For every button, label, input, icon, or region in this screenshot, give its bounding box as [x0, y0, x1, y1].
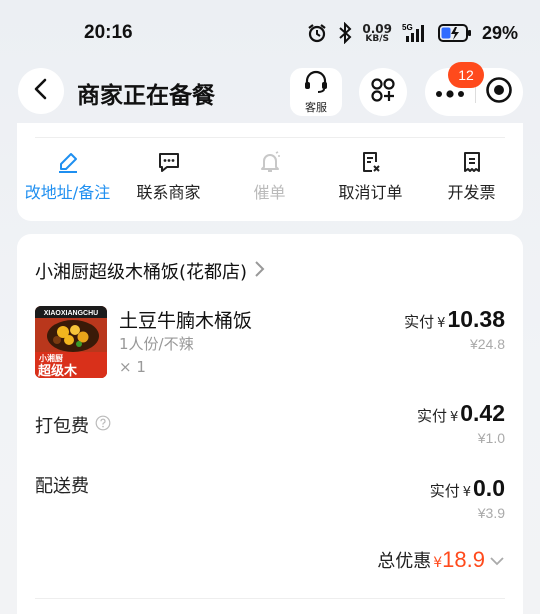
- edit-icon: [56, 149, 80, 175]
- target-circle-icon: [485, 76, 513, 108]
- packing-fee-label: 打包费: [35, 416, 89, 437]
- currency-symbol: ¥: [437, 316, 446, 331]
- paid-label: 实付: [429, 482, 460, 500]
- packing-fee-price: 实付 ¥ 0.42 ¥1.0: [417, 400, 505, 446]
- delivery-fee-label: 配送费: [35, 476, 89, 497]
- network-speed: 0.09 KB/S: [362, 21, 392, 44]
- action-cancel-order[interactable]: 取消订单: [320, 149, 421, 203]
- total-discount-label: 总优惠: [377, 551, 432, 572]
- invoice-icon: [460, 149, 484, 175]
- divider: [35, 598, 505, 599]
- paid-amount: 0.42: [460, 400, 505, 426]
- action-label: 催单: [253, 183, 286, 202]
- action-label: 联系商家: [136, 183, 201, 202]
- delivery-fee-row: 配送费: [35, 472, 89, 498]
- item-thumbnail[interactable]: XIAOXIANGCHU 小湘厨 超级木: [35, 306, 107, 378]
- item-price: 实付 ¥ 10.38 ¥24.8: [404, 306, 505, 352]
- signal-5g-icon: 5G: [402, 22, 428, 44]
- currency-symbol: ¥: [462, 485, 472, 500]
- headset-icon: [303, 70, 329, 98]
- divider: [35, 137, 505, 138]
- status-icons: 0.09 KB/S 5G 29%: [306, 22, 518, 44]
- bluetooth-icon: [338, 22, 352, 44]
- chevron-right-icon: [253, 260, 265, 283]
- item-quantity: × 1: [119, 358, 146, 376]
- currency-symbol: ¥: [449, 410, 459, 425]
- original-price: ¥3.9: [477, 505, 505, 521]
- item-spec: 1人份/不辣: [119, 335, 194, 353]
- action-label: 开发票: [447, 183, 496, 202]
- original-price: ¥24.8: [469, 336, 505, 352]
- help-icon[interactable]: [95, 415, 111, 436]
- grid-apps-icon: [370, 77, 396, 107]
- currency-symbol: ¥: [433, 555, 443, 571]
- original-price: ¥1.0: [477, 430, 505, 446]
- customer-service-label: 客服: [305, 100, 327, 114]
- action-change-address[interactable]: 改地址/备注: [17, 149, 118, 203]
- total-discount-toggle[interactable]: 总优惠 ¥ 18.9: [377, 547, 505, 573]
- battery-icon: [437, 23, 472, 43]
- shop-name-link[interactable]: 小湘厨超级木桶饭(花都店): [35, 258, 265, 284]
- packing-fee-row: 打包费: [35, 412, 111, 438]
- notification-badge: 12: [448, 62, 484, 88]
- shop-name: 小湘厨超级木桶饭(花都店): [35, 262, 248, 283]
- chat-icon: [157, 149, 181, 175]
- thumb-banner-text: XIAOXIANGCHU: [44, 310, 98, 317]
- paid-label: 实付: [416, 407, 447, 425]
- alarm-icon: [306, 22, 328, 44]
- chevron-left-icon: [31, 77, 51, 105]
- item-name: 土豆牛腩木桶饭: [119, 310, 253, 332]
- order-actions-card: 改地址/备注 联系商家 催单 取消订单 开发票: [17, 123, 523, 221]
- paid-amount: 10.38: [447, 306, 505, 332]
- paid-amount: 0.0: [473, 475, 505, 501]
- action-label: 取消订单: [338, 183, 403, 202]
- action-urge-order[interactable]: 催单: [219, 149, 320, 203]
- close-miniapp-button[interactable]: [476, 76, 522, 108]
- clock: 20:16: [84, 22, 133, 43]
- total-discount-value: 18.9: [442, 547, 485, 572]
- action-contact-merchant[interactable]: 联系商家: [118, 149, 219, 203]
- svg-text:5G: 5G: [402, 23, 413, 32]
- delivery-fee-price: 实付 ¥ 0.0 ¥3.9: [430, 475, 505, 521]
- battery-percent: 29%: [481, 22, 518, 43]
- customer-service-button[interactable]: 客服: [290, 68, 342, 116]
- back-button[interactable]: [18, 68, 64, 114]
- chevron-down-icon: [489, 552, 505, 571]
- action-invoice[interactable]: 开发票: [421, 149, 522, 203]
- mini-apps-button[interactable]: [359, 68, 407, 116]
- order-actions: 改地址/备注 联系商家 催单 取消订单 开发票: [17, 149, 523, 203]
- thumb-main-text: 超级木: [38, 363, 78, 378]
- page-title: 商家正在备餐: [77, 83, 215, 109]
- bell-icon: [258, 149, 282, 175]
- paid-label: 实付: [404, 313, 435, 331]
- order-detail-card: 小湘厨超级木桶饭(花都店) XIAOXIANGCHU 小湘厨 超级木 土豆牛腩木…: [17, 234, 523, 614]
- cancel-order-icon: [359, 149, 383, 175]
- action-label: 改地址/备注: [24, 183, 111, 202]
- thumb-brand-text: 小湘厨: [38, 353, 63, 363]
- status-bar: 20:16 0.09 KB/S 5G 29%: [0, 0, 540, 66]
